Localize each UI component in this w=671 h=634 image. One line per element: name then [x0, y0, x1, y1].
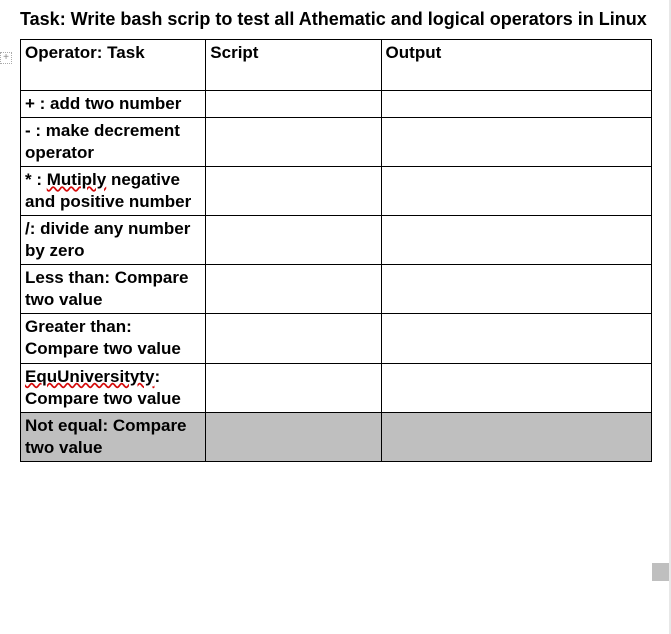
spelling-error: Mutiply [47, 170, 107, 189]
cell-output [381, 215, 651, 264]
highlight-overflow [652, 563, 669, 581]
cell-output [381, 166, 651, 215]
table-row: /: divide any number by zero [21, 215, 652, 264]
task-text: Greater than: Compare two value [25, 317, 181, 358]
operators-table: Operator: Task Script Output + : add two… [20, 39, 652, 462]
task-text: + : add two number [25, 94, 181, 113]
table-anchor-icon: + [0, 52, 12, 64]
cell-operator-task: Greater than: Compare two value [21, 314, 206, 363]
table-header-row: Operator: Task Script Output [21, 39, 652, 90]
task-text: * : [25, 170, 47, 189]
task-text: Less than: Compare two value [25, 268, 188, 309]
document-title: Task: Write bash scrip to test all Athem… [20, 8, 657, 31]
cell-output [381, 363, 651, 412]
header-output: Output [381, 39, 651, 90]
table-row: Not equal: Compare two value [21, 412, 652, 461]
task-text: Not equal: Compare two value [25, 416, 187, 457]
cell-operator-task: - : make decrement operator [21, 117, 206, 166]
cell-output [381, 90, 651, 117]
table-row: - : make decrement operator [21, 117, 652, 166]
cell-script [206, 363, 381, 412]
cell-script [206, 412, 381, 461]
cell-script [206, 117, 381, 166]
cell-operator-task: * : Mutiply negative and positive number [21, 166, 206, 215]
cell-output [381, 412, 651, 461]
spelling-error: EquUniversityty [25, 367, 154, 386]
cell-operator-task: Less than: Compare two value [21, 265, 206, 314]
cell-output [381, 117, 651, 166]
task-text: /: divide any number by zero [25, 219, 190, 260]
table-row: + : add two number [21, 90, 652, 117]
cell-script [206, 265, 381, 314]
table-row: Greater than: Compare two value [21, 314, 652, 363]
cell-output [381, 265, 651, 314]
cell-script [206, 166, 381, 215]
cell-operator-task: Not equal: Compare two value [21, 412, 206, 461]
cell-operator-task: EquUniversityty: Compare two value [21, 363, 206, 412]
table-row: Less than: Compare two value [21, 265, 652, 314]
cell-operator-task: + : add two number [21, 90, 206, 117]
cell-script [206, 215, 381, 264]
table-row: * : Mutiply negative and positive number [21, 166, 652, 215]
cell-script [206, 314, 381, 363]
cell-operator-task: /: divide any number by zero [21, 215, 206, 264]
table-row: EquUniversityty: Compare two value [21, 363, 652, 412]
cell-output [381, 314, 651, 363]
cell-script [206, 90, 381, 117]
task-text: - : make decrement operator [25, 121, 180, 162]
header-script: Script [206, 39, 381, 90]
header-operator-task: Operator: Task [21, 39, 206, 90]
